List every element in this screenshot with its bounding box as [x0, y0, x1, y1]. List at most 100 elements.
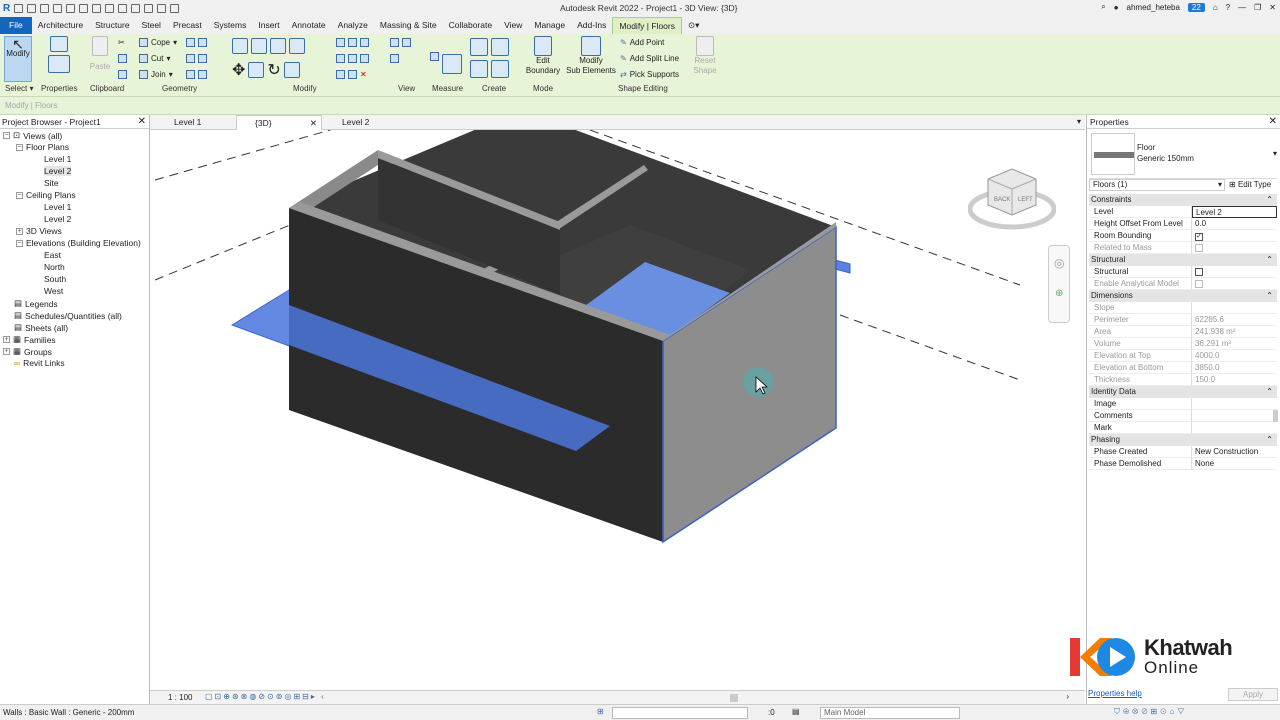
prop-comments[interactable]: Comments	[1089, 410, 1277, 422]
binoculars-icon[interactable]: ⌕	[1101, 2, 1105, 12]
view-tools-2[interactable]	[390, 54, 399, 63]
prop-phase-demolished[interactable]: Phase Demolished None	[1089, 458, 1277, 470]
geometry-tools-2[interactable]	[186, 54, 207, 63]
horizontal-scrollbar[interactable]	[730, 694, 738, 702]
collapse-icon[interactable]: −	[3, 132, 10, 139]
tab-analyze[interactable]: Analyze	[332, 17, 374, 34]
user-icon[interactable]: ●	[1114, 3, 1119, 12]
tab-massing-site[interactable]: Massing & Site	[374, 17, 443, 34]
properties-scrollbar[interactable]	[1273, 410, 1278, 422]
view-control-icons[interactable]: ▢⊡⊕⊛⊗◍⊘⊙⊚◎⊞⊟▸ ‹	[205, 692, 326, 701]
create-tools[interactable]	[470, 38, 509, 56]
modify-small-tools-2[interactable]	[336, 54, 369, 63]
selection-filter-icons[interactable]: ⛉⊕⊗⊘⊞⊙⌂▽	[1114, 707, 1187, 717]
tree-ceiling-plans[interactable]: − Ceiling Plans	[16, 190, 76, 200]
collapse-icon[interactable]: −	[16, 239, 23, 247]
help-icon[interactable]: ?	[1226, 3, 1230, 12]
close-icon[interactable]: ✕	[138, 116, 146, 127]
add-point-button[interactable]: ✎ Add Point	[620, 38, 664, 47]
view-tab-level1[interactable]: Level 1	[156, 115, 234, 130]
tab-extra-icon[interactable]: ⊙▾	[682, 17, 705, 34]
tree-cp-level1[interactable]: Level 1	[44, 202, 71, 212]
properties-button[interactable]	[44, 36, 74, 82]
modify-button[interactable]: ↖ Modify	[4, 36, 32, 82]
tree-east[interactable]: East	[44, 250, 61, 260]
copy-clip-btn[interactable]	[118, 54, 127, 63]
close-icon[interactable]: ✕	[1269, 3, 1276, 12]
3d-viewport[interactable]: BACK LEFT ◎ ⊕	[150, 130, 1085, 690]
tree-south[interactable]: South	[44, 274, 66, 284]
close-tab-icon[interactable]: ✕	[310, 116, 317, 131]
close-hidden-icon[interactable]	[157, 4, 167, 13]
modify-small-tools[interactable]	[336, 38, 369, 47]
tree-views-all[interactable]: − ⊡ Views (all)	[3, 130, 62, 141]
instance-selector[interactable]: Floors (1) ▾	[1089, 179, 1225, 191]
minimize-icon[interactable]: —	[1238, 3, 1246, 12]
user-name[interactable]: ahmed_heteba	[1127, 3, 1180, 12]
view-tab-3d[interactable]: {3D} ✕	[236, 115, 322, 130]
notifications-badge[interactable]: 22	[1187, 2, 1205, 12]
tree-floor-plans[interactable]: − Floor Plans	[16, 142, 69, 152]
3d-view-icon[interactable]	[118, 4, 128, 13]
revit-logo-icon[interactable]: R	[3, 3, 10, 14]
tree-fp-level2[interactable]: Level 2	[44, 166, 72, 176]
tab-modify-floors[interactable]: Modify | Floors	[612, 17, 682, 34]
workset-dropdown[interactable]	[612, 707, 748, 719]
text-icon[interactable]	[105, 4, 115, 13]
tree-north[interactable]: North	[44, 262, 65, 272]
measure-tools[interactable]	[430, 38, 462, 74]
restore-icon[interactable]: ❐	[1254, 3, 1261, 12]
prop-phase-created[interactable]: Phase Created New Construction	[1089, 446, 1277, 458]
reset-shape-button[interactable]: Reset Shape	[690, 36, 720, 82]
open-icon[interactable]	[14, 4, 24, 13]
pick-supports-button[interactable]: ⇄ Pick Supports	[620, 70, 679, 79]
view-tools[interactable]	[390, 38, 411, 47]
tree-west[interactable]: West	[44, 286, 63, 296]
prop-mark[interactable]: Mark	[1089, 422, 1277, 434]
view-cube[interactable]: BACK LEFT	[967, 165, 1057, 235]
room-bounding-checkbox[interactable]: ✓	[1195, 233, 1203, 241]
expand-icon[interactable]: +	[3, 348, 10, 355]
group-identity[interactable]: Identity Data ⌃	[1089, 386, 1277, 398]
tab-systems[interactable]: Systems	[208, 17, 253, 34]
floor-slab-right[interactable]	[834, 259, 851, 274]
tab-annotate[interactable]: Annotate	[286, 17, 332, 34]
panel-select[interactable]: Select ▾	[5, 84, 33, 93]
measure-icon[interactable]	[92, 4, 102, 13]
edit-type-button[interactable]: ⊞ Edit Type	[1229, 178, 1277, 192]
tab-structure[interactable]: Structure	[89, 17, 136, 34]
view-scale[interactable]: 1 : 100	[168, 693, 192, 702]
edit-boundary-button[interactable]: Edit Boundary	[524, 36, 562, 82]
collapse-icon[interactable]: −	[16, 191, 23, 199]
expand-icon[interactable]: +	[3, 336, 10, 343]
align-tools[interactable]	[232, 38, 305, 54]
type-selector[interactable]: Floor Generic 150mm ▾	[1089, 131, 1277, 179]
expand-icon[interactable]: +	[16, 227, 23, 235]
tab-manage[interactable]: Manage	[528, 17, 571, 34]
tree-elevations[interactable]: − Elevations (Building Elevation)	[16, 238, 141, 248]
tab-overflow-icon[interactable]: ▾	[1077, 117, 1081, 126]
match-btn[interactable]	[118, 70, 127, 79]
steering-wheel-icon[interactable]: ◎	[1054, 256, 1064, 270]
tab-add-ins[interactable]: Add-Ins	[571, 17, 612, 34]
move-tools[interactable]: ✥ ↻	[232, 60, 300, 80]
close-icon[interactable]: ✕	[1269, 116, 1277, 127]
type-dropdown-icon[interactable]: ▾	[1273, 149, 1277, 158]
cut-geometry-button[interactable]: Cut ▾	[139, 54, 170, 63]
tree-cp-level2[interactable]: Level 2	[44, 214, 71, 224]
prop-image[interactable]: Image	[1089, 398, 1277, 410]
cut-icon-btn[interactable]: ✂	[118, 38, 125, 47]
prop-structural[interactable]: Structural	[1089, 266, 1277, 278]
tab-insert[interactable]: Insert	[252, 17, 285, 34]
cart-icon[interactable]: ⌂	[1213, 3, 1218, 12]
tree-revit-links[interactable]: ∞ Revit Links	[14, 358, 65, 368]
tree-sheets[interactable]: ▤ Sheets (all)	[14, 322, 68, 333]
join-button[interactable]: Join ▾	[139, 70, 173, 79]
level-field[interactable]: Level 2	[1192, 206, 1277, 218]
undo-icon[interactable]	[53, 4, 63, 13]
section-icon[interactable]	[131, 4, 141, 13]
group-structural[interactable]: Structural ⌃	[1089, 254, 1277, 266]
apply-button[interactable]: Apply	[1228, 688, 1278, 701]
group-phasing[interactable]: Phasing ⌃	[1089, 434, 1277, 446]
group-dimensions[interactable]: Dimensions ⌃	[1089, 290, 1277, 302]
